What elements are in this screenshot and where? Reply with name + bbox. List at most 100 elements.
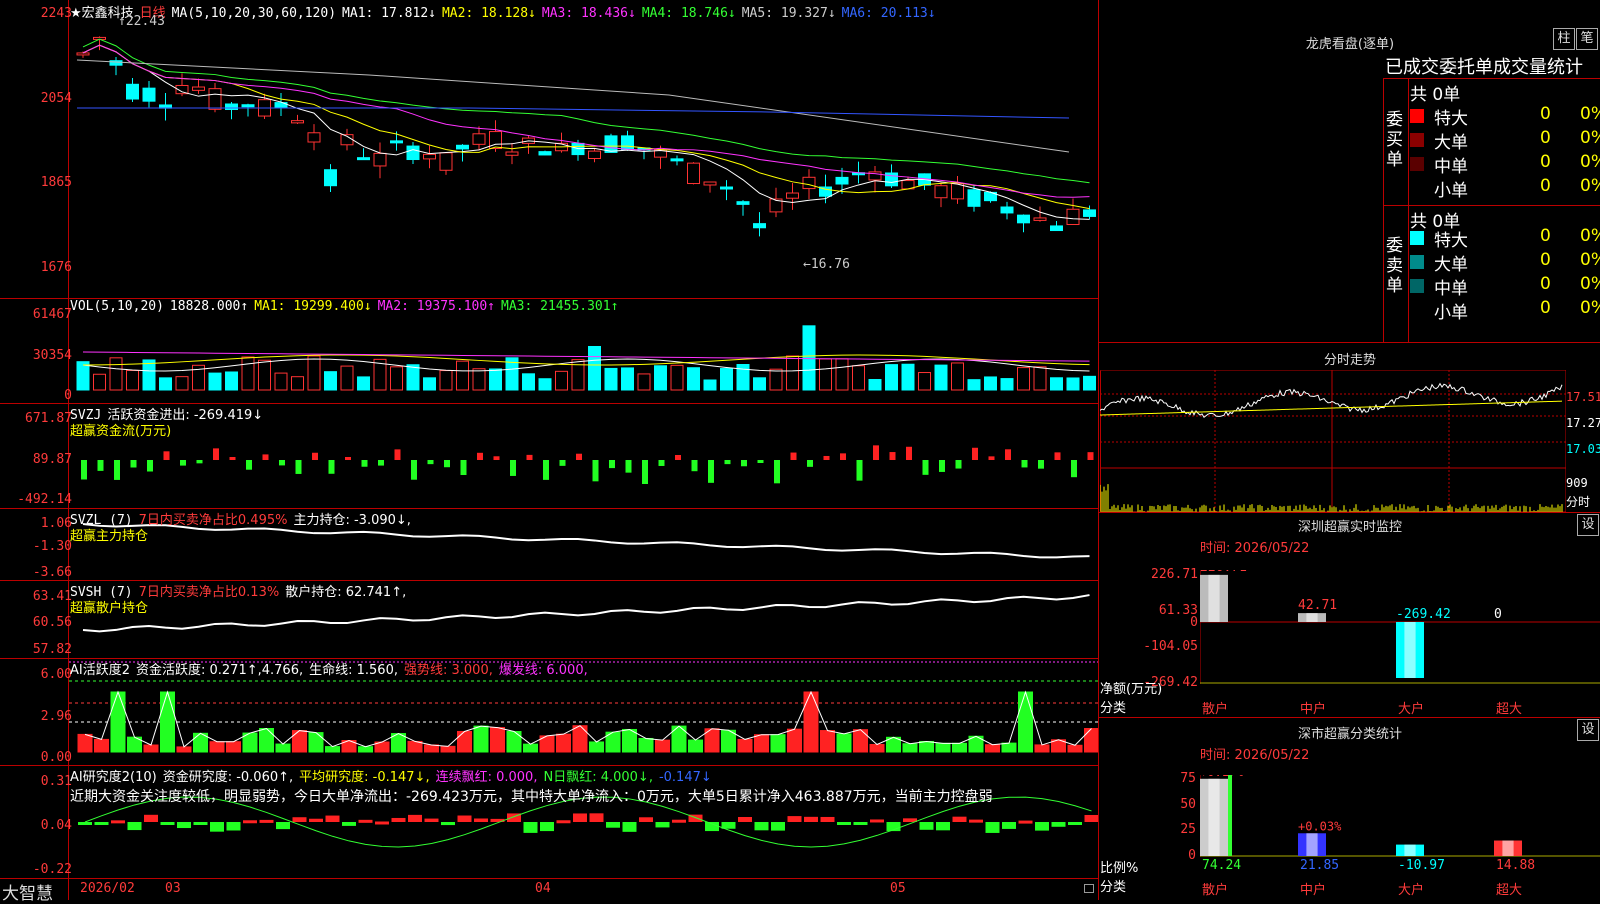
divider	[1383, 78, 1600, 79]
svsh-axis-tick: 60.56	[32, 615, 72, 630]
row-label: 中单	[1434, 157, 1468, 177]
row-label: 小单	[1434, 181, 1468, 201]
svsh-line	[82, 594, 1090, 633]
sz-class-time: 时间: 2026/05/22	[1200, 748, 1310, 763]
lock-icon[interactable]	[1084, 884, 1094, 893]
svg-text:-269.42: -269.42	[1396, 607, 1451, 622]
date-label: 03	[165, 881, 181, 896]
divider	[1098, 342, 1600, 343]
vol-ma3-line	[82, 351, 1090, 362]
tick-view-button[interactable]: 笔	[1576, 28, 1598, 50]
ai1-axis-tick: 0.00	[40, 750, 72, 765]
svzl-axis-tick: -1.30	[32, 539, 72, 554]
intraday-unit: 分时	[1566, 495, 1591, 509]
stat-title: 已成交委托单成交量统计	[1385, 57, 1583, 78]
class-value: -10.97	[1398, 858, 1445, 873]
order-stat-row: 小单 0 0%	[1410, 176, 1600, 201]
sz-axis: 0	[1190, 615, 1198, 630]
sell-side-label: 委卖单	[1386, 236, 1403, 296]
row-label: 特大	[1434, 231, 1468, 251]
ai2-axis-tick: 0.31	[40, 774, 72, 789]
category-label: 超大	[1496, 702, 1523, 717]
price-axis-tick: 2243	[40, 6, 72, 21]
sz-xlabel: 分类	[1100, 701, 1127, 716]
row-value: 0	[1540, 274, 1551, 294]
ai1-axis-tick: 2.96	[40, 709, 72, 724]
svg-text:+0.17%: +0.17%	[1200, 775, 1244, 779]
kline-chart[interactable]	[69, 0, 1098, 878]
row-pct: 0%	[1580, 226, 1600, 246]
dragon-title: 龙虎看盘(逐单)	[1305, 37, 1395, 52]
svzj-axis-tick: 671.87	[25, 411, 72, 426]
divider	[1408, 78, 1409, 342]
svg-text:42.71: 42.71	[1298, 598, 1337, 613]
svzl-line	[82, 523, 1090, 559]
order-stat-row: 中单 0 0%	[1410, 274, 1600, 299]
row-label: 大单	[1434, 255, 1468, 275]
svzj-bars	[81, 445, 1094, 484]
brand-label: 大智慧	[2, 884, 53, 904]
row-value: 0	[1540, 128, 1551, 148]
sz-class-chart: +0.17% +0.03%	[1200, 775, 1600, 857]
sz-class-title: 深市超赢分类统计	[1297, 727, 1402, 742]
intraday-chart[interactable]	[1100, 370, 1566, 512]
category-label: 大户	[1398, 883, 1425, 898]
row-pct: 0%	[1580, 128, 1600, 148]
category-label: 散户	[1202, 883, 1229, 898]
intraday-axis: 17.51	[1566, 390, 1600, 404]
svzl-axis-tick: -3.66	[32, 565, 72, 580]
row-pct: 0%	[1580, 104, 1600, 124]
svzj-axis-tick: -492.14	[17, 492, 72, 507]
order-stat-row: 小单 0 0%	[1410, 298, 1600, 323]
row-label: 中单	[1434, 279, 1468, 299]
svzj-axis-tick: 89.87	[32, 452, 72, 467]
row-value: 0	[1540, 250, 1551, 270]
intraday-avg-line	[1100, 400, 1563, 416]
ai1-line	[84, 690, 1092, 748]
ma2-line	[82, 44, 1090, 210]
color-swatch	[1410, 157, 1424, 171]
date-label: 04	[535, 881, 551, 896]
column-view-button[interactable]: 柱	[1553, 28, 1575, 50]
sz-monitor-title: 深圳超赢实时监控	[1297, 520, 1402, 535]
color-swatch	[1410, 303, 1424, 317]
ai2-axis-tick: -0.22	[32, 862, 72, 877]
ai2-bars	[78, 813, 1098, 833]
ai1-header: AI活跃度2 资金活跃度: 0.271↑,4.766, 生命线: 1.560, 强势线…	[70, 663, 588, 678]
row-value: 0	[1540, 152, 1551, 172]
category-label: 中户	[1300, 883, 1327, 898]
color-swatch	[1410, 231, 1424, 245]
color-swatch	[1410, 133, 1424, 147]
class-axis: 0	[1188, 848, 1196, 863]
intraday-volume	[1100, 484, 1563, 512]
settings-button[interactable]: 设	[1577, 719, 1599, 741]
vol-axis-tick: 61467	[32, 307, 72, 322]
svzj-subtitle: 超赢资金流(万元)	[70, 424, 172, 439]
main-divider	[1098, 0, 1099, 900]
intraday-axis: 17.03	[1566, 442, 1600, 456]
svsh-axis-tick: 57.82	[32, 642, 72, 657]
class-axis: 50	[1180, 797, 1196, 812]
row-label: 大单	[1434, 133, 1468, 153]
settings-button[interactable]: 设	[1577, 514, 1599, 536]
row-value: 0	[1540, 226, 1551, 246]
svg-text:+0.03%: +0.03%	[1298, 819, 1342, 833]
sz-ylabel: 净额(万元)	[1100, 682, 1163, 697]
order-stat-row: 特大 0 0%	[1410, 104, 1600, 129]
class-ylabel: 比例%	[1100, 861, 1139, 876]
svzl-subtitle: 超赢主力持仓	[70, 529, 149, 544]
color-swatch	[1410, 255, 1424, 269]
row-pct: 0%	[1580, 176, 1600, 196]
svsh-subtitle: 超赢散户持仓	[70, 601, 149, 616]
row-label: 小单	[1434, 303, 1468, 323]
color-swatch	[1410, 279, 1424, 293]
row-value: 0	[1540, 104, 1551, 124]
class-value: 21.85	[1300, 858, 1340, 873]
divider	[1098, 512, 1600, 513]
intraday-title: 分时走势	[1323, 353, 1376, 368]
class-value: 14.88	[1496, 858, 1536, 873]
pane-separator	[0, 878, 1098, 879]
volume-bars	[76, 325, 1096, 391]
row-pct: 0%	[1580, 298, 1600, 318]
order-stat-row: 大单 0 0%	[1410, 128, 1600, 153]
